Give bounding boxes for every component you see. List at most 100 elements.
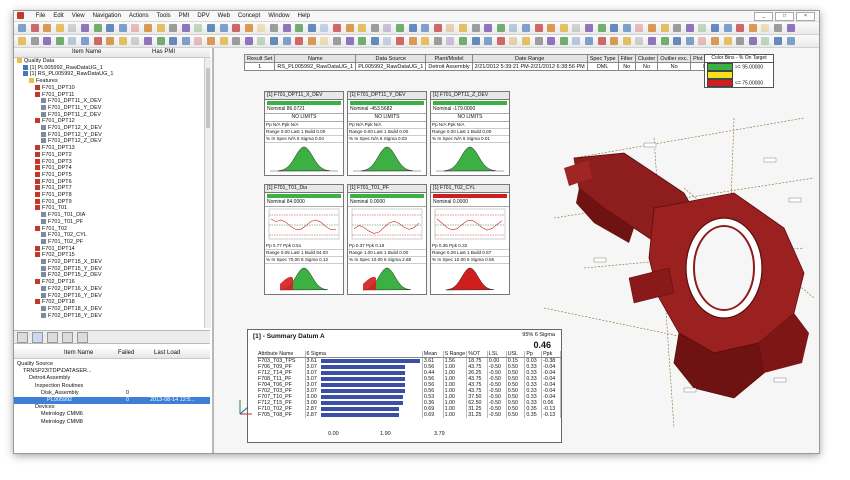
toolbar-button-icon[interactable] (219, 37, 228, 45)
toolbar-button-icon[interactable] (118, 24, 127, 32)
source-node[interactable]: Inspection Routines (14, 383, 210, 390)
toolbar-button-icon[interactable] (673, 24, 682, 32)
toolbar-button-icon[interactable] (207, 37, 215, 45)
tab-icon-4[interactable] (62, 332, 73, 343)
toolbar-button-icon[interactable] (597, 24, 606, 32)
result-column-header[interactable]: Outlier exc. (657, 54, 692, 63)
menu-web[interactable]: Web (214, 11, 234, 21)
toolbar-button-icon[interactable] (748, 24, 757, 32)
toolbar-button-icon[interactable] (648, 24, 656, 32)
feature-chart-card[interactable]: [1] F701_T02_CYL Nominal 0.0000 Pp 0.35 Pp… (430, 184, 510, 295)
toolbar-button-icon[interactable] (761, 37, 770, 45)
toolbar-button-icon[interactable] (774, 24, 782, 32)
toolbar-button-icon[interactable] (786, 37, 795, 45)
toolbar-button-icon[interactable] (68, 24, 77, 32)
toolbar-button-icon[interactable] (307, 37, 316, 45)
toolbar-button-icon[interactable] (333, 37, 341, 45)
source-node[interactable]: PL005992 0 2013-08-14 12:5... (14, 397, 210, 404)
restore-button[interactable]: □ (775, 12, 794, 21)
toolbar-button-icon[interactable] (408, 24, 417, 32)
toolbar-button-icon[interactable] (547, 24, 556, 32)
source-node[interactable]: Detroit Assembly (14, 375, 210, 382)
tab-icon-2[interactable] (32, 332, 43, 343)
toolbar-button-icon[interactable] (572, 24, 581, 32)
toolbar-button-icon[interactable] (660, 24, 669, 32)
toolbar-button-icon[interactable] (610, 37, 619, 45)
toolbar-button-icon[interactable] (244, 37, 253, 45)
toolbar-button-icon[interactable] (446, 24, 455, 32)
menu-edit[interactable]: Edit (49, 11, 67, 21)
toolbar-button-icon[interactable] (396, 24, 404, 32)
toolbar-button-icon[interactable] (622, 37, 631, 45)
toolbar-button-icon[interactable] (282, 37, 291, 45)
source-node[interactable]: Quality Source (14, 361, 210, 368)
toolbar-button-icon[interactable] (723, 24, 732, 32)
toolbar-button-icon[interactable] (55, 37, 64, 45)
source-header-last[interactable]: Last Load (154, 350, 180, 356)
toolbar-button-icon[interactable] (194, 37, 203, 45)
toolbar-button-icon[interactable] (383, 37, 392, 45)
tab-icon-1[interactable] (17, 332, 28, 343)
source-node[interactable]: Metrology CMM8 (14, 419, 210, 426)
result-column-header[interactable]: Name (274, 54, 357, 63)
source-node[interactable]: Disk_Assembly 0 (14, 390, 210, 397)
feature-chart-card[interactable]: [1] F701_T01_Dia Nominal 84.0000 Pp 0.77 P… (264, 184, 344, 295)
toolbar-button-icon[interactable] (320, 37, 329, 45)
toolbar-button-icon[interactable] (484, 24, 493, 32)
toolbar-button-icon[interactable] (18, 24, 26, 32)
menu-file[interactable]: File (32, 11, 50, 21)
toolbar-button-icon[interactable] (270, 37, 278, 45)
menu-navigation[interactable]: Navigation (89, 11, 125, 21)
toolbar-button-icon[interactable] (484, 37, 493, 45)
cad-part[interactable] (564, 152, 809, 399)
feature-chart-card[interactable]: [1] F701_T01_PF Nominal 0.0000 Pp 0.37 Ppk… (347, 184, 427, 295)
toolbar-button-icon[interactable] (257, 24, 266, 32)
cad-model-view[interactable] (534, 98, 819, 453)
toolbar-button-icon[interactable] (232, 24, 241, 32)
toolbar-button-icon[interactable] (610, 24, 619, 32)
result-column-header[interactable]: Filter (617, 54, 636, 63)
toolbar-button-icon[interactable] (786, 24, 795, 32)
source-node[interactable]: Metrology CMM6 (14, 411, 210, 418)
toolbar-button-icon[interactable] (748, 37, 757, 45)
toolbar-button-icon[interactable] (345, 37, 354, 45)
toolbar-button-icon[interactable] (43, 24, 52, 32)
minimize-button[interactable]: _ (754, 12, 773, 21)
toolbar-button-icon[interactable] (698, 24, 707, 32)
toolbar-button-icon[interactable] (106, 24, 115, 32)
toolbar-button-icon[interactable] (421, 24, 430, 32)
tree-scrollbar[interactable] (204, 58, 211, 328)
menu-dpv[interactable]: DPV (193, 11, 213, 21)
toolbar-button-icon[interactable] (446, 37, 455, 45)
result-column-header[interactable]: Spec Type (586, 54, 619, 63)
source-node[interactable]: TRNSP23\TDP\DATASER... (14, 368, 210, 375)
toolbar-button-icon[interactable] (93, 37, 102, 45)
summary-column-header[interactable]: S Range (443, 351, 468, 358)
toolbar-button-icon[interactable] (509, 24, 518, 32)
toolbar-button-icon[interactable] (156, 24, 165, 32)
toolbar-button-icon[interactable] (660, 37, 669, 45)
tree-node[interactable]: F702_DPT18_Y_DEV (41, 313, 102, 320)
tab-icon-3[interactable] (47, 332, 58, 343)
toolbar-button-icon[interactable] (93, 24, 102, 32)
toolbar-button-icon[interactable] (471, 24, 480, 32)
toolbar-button-icon[interactable] (81, 24, 89, 32)
source-header-failed[interactable]: Failed (118, 350, 134, 356)
toolbar-button-icon[interactable] (181, 37, 190, 45)
source-node[interactable]: Devices (14, 404, 210, 411)
toolbar-button-icon[interactable] (43, 37, 52, 45)
toolbar-button-icon[interactable] (711, 24, 719, 32)
toolbar-button-icon[interactable] (685, 24, 694, 32)
tab-icon-5[interactable] (77, 332, 88, 343)
menu-help[interactable]: Help (294, 11, 314, 21)
close-button[interactable]: × (796, 12, 815, 21)
toolbar-button-icon[interactable] (30, 37, 39, 45)
toolbar-button-icon[interactable] (370, 24, 379, 32)
toolbar-button-icon[interactable] (559, 24, 568, 32)
source-header-name[interactable]: Item Name (64, 350, 93, 356)
tree-header-pmi[interactable]: Has PMI (152, 49, 175, 55)
toolbar-button-icon[interactable] (18, 37, 26, 45)
toolbar-button-icon[interactable] (585, 37, 593, 45)
tree-header-name[interactable]: Item Name (72, 49, 101, 55)
toolbar-button-icon[interactable] (698, 37, 707, 45)
